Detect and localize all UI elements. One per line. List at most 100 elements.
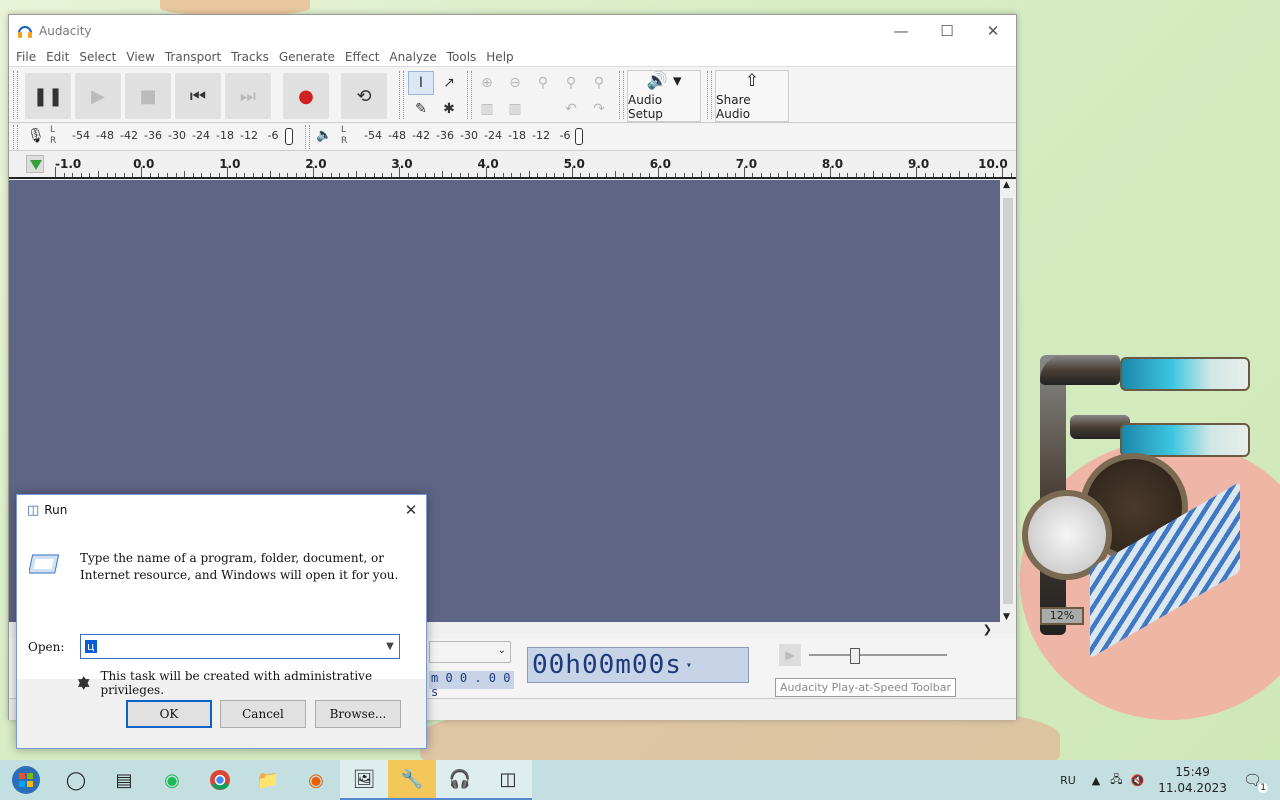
play-head-icon[interactable] [26,155,44,173]
task-view-icon[interactable]: ▤ [100,760,148,800]
maximize-icon[interactable]: ☐ [924,15,970,47]
toolbar-grip[interactable] [399,71,404,119]
close-icon[interactable]: ✕ [970,15,1016,47]
envelope-tool-icon[interactable]: ↗ [436,71,462,95]
pause-button[interactable]: ❚❚ [25,73,71,119]
ruler-tick [313,167,315,177]
audacity-title-bar[interactable]: Audacity — ☐ ✕ [9,15,1016,47]
skip-to-end-button[interactable]: ⏭ [225,73,271,119]
gadget-pipe [1040,355,1120,385]
draw-tool-icon[interactable]: ✎ [408,97,434,121]
record-meter-scale[interactable]: -54 -48 -42 -36 -30 -24 -18 -12 -6 [69,129,285,142]
silence-audio-icon[interactable]: ▥ [502,97,528,121]
play-at-speed-button[interactable]: ▶ [779,644,801,666]
zoom-in-icon[interactable]: ⊕ [474,71,500,95]
clock[interactable]: 15:49 11.04.2023 [1158,764,1227,796]
menu-help[interactable]: Help [484,50,519,64]
playback-speed-slider[interactable] [809,654,947,656]
run-title-bar[interactable]: ◫ Run ✕ [17,495,426,525]
ruler-tick [98,171,100,177]
play-button[interactable]: ▶ [75,73,121,119]
chevron-down-icon[interactable]: ▾ [686,660,693,671]
playback-level-slider[interactable] [575,128,583,145]
toolbar-grip[interactable] [467,71,472,119]
start-button[interactable] [0,760,52,800]
fit-project-icon[interactable]: ⚲ [558,71,584,95]
timeline-ruler[interactable]: -1.0 0.0 1.0 2.0 3.0 4.0 5.0 6.0 7.0 8.0 9.0 10.0 [9,151,1016,179]
record-button[interactable]: ● [283,73,329,119]
menu-select[interactable]: Select [77,50,122,64]
ruler-tick [726,173,728,177]
stop-button[interactable]: ■ [125,73,171,119]
selection-time-display[interactable]: m 0 0 . 0 0 s [429,671,514,699]
open-label: Open: [28,640,65,654]
menu-tracks[interactable]: Tracks [229,50,275,64]
toolbar-grip[interactable] [13,125,18,149]
loop-button[interactable]: ⟲ [341,73,387,119]
ruler-tick [537,173,539,177]
undo-icon[interactable]: ↶ [558,97,584,121]
menu-file[interactable]: File [14,50,42,64]
notification-icon[interactable]: 🗨 1 [1243,771,1268,793]
zoom-toggle-icon[interactable]: ⚲ [586,71,612,95]
trim-audio-icon[interactable]: ▥ [474,97,500,121]
snapping-dropdown[interactable]: ⌄ [429,641,511,663]
playback-meter-scale[interactable]: -54 -48 -42 -36 -30 -24 -18 -12 -6 [361,129,577,142]
scrollbar-thumb[interactable] [1003,198,1013,604]
record-level-slider[interactable] [285,128,293,145]
tray-overflow-icon[interactable]: ▲ [1092,774,1100,787]
toolbar-grip[interactable] [305,125,310,149]
toolbar-grip[interactable] [619,71,624,119]
multi-tool-icon[interactable]: ✱ [436,97,462,121]
firefox-icon[interactable]: ◉ [292,760,340,800]
zoom-out-icon[interactable]: ⊖ [502,71,528,95]
chevron-down-icon[interactable]: ▼ [381,641,399,652]
menu-view[interactable]: View [124,50,160,64]
skip-to-start-button[interactable]: ⏮ [175,73,221,119]
ruler-tick [468,173,470,177]
menu-tools[interactable]: Tools [445,50,483,64]
ok-button[interactable]: OK [126,700,212,728]
cancel-button[interactable]: Cancel [220,700,306,728]
run-dialog[interactable]: ◫ Run ✕ Type the name of a program, fold… [16,494,427,749]
fit-selection-icon[interactable]: ⚲ [530,71,556,95]
playback-speaker-icon[interactable]: 🔈 [316,128,332,143]
volume-muted-icon[interactable]: 🔇 [1131,774,1145,787]
selection-tool-icon[interactable]: I [408,71,434,95]
playback-speed-thumb[interactable] [850,648,860,664]
menu-analyze[interactable]: Analyze [387,50,442,64]
scroll-right-icon[interactable]: ❯ [983,623,992,636]
toolbar-grip[interactable] [13,71,18,119]
menu-transport[interactable]: Transport [163,50,227,64]
share-audio-button[interactable]: ⇧ Share Audio [715,70,789,122]
ruler-tick [976,173,978,177]
run-taskbar-icon[interactable]: ◫ [484,760,532,800]
browse-button[interactable]: Browse... [315,700,401,728]
language-indicator[interactable]: RU [1060,774,1076,787]
audacity-taskbar-icon[interactable]: 🎧 [436,760,484,800]
clock-time: 15:49 [1175,765,1210,779]
menu-edit[interactable]: Edit [44,50,75,64]
spotify-icon[interactable]: ◉ [148,760,196,800]
vertical-scrollbar[interactable]: ▲ ▼ [1000,180,1016,622]
menu-effect[interactable]: Effect [343,50,386,64]
ruler-tick [984,173,986,177]
search-circle-icon[interactable]: ◯ [52,760,100,800]
audio-setup-button[interactable]: 🔊 ▾ Audio Setup [627,70,701,122]
file-explorer-icon[interactable]: 📁 [244,760,292,800]
minimize-icon[interactable]: — [878,15,924,47]
tool-app-icon[interactable]: 🔧 [388,760,436,800]
redo-icon[interactable]: ↷ [586,97,612,121]
microphone-icon[interactable]: 🎙 [27,128,45,144]
open-input[interactable]: ц ▼ [80,634,400,659]
close-icon[interactable]: ✕ [396,495,426,525]
audio-position-display[interactable]: 00h00m00s ▾ [527,647,749,683]
image-viewer-icon[interactable]: 🖼 [340,760,388,800]
scroll-up-icon[interactable]: ▲ [1003,180,1010,190]
admin-note-text: This task will be created with administr… [100,669,373,697]
network-icon[interactable]: 🖧 [1110,771,1122,790]
scroll-down-icon[interactable]: ▼ [1003,612,1010,622]
chrome-icon[interactable] [196,760,244,800]
toolbar-grip[interactable] [707,71,712,119]
menu-generate[interactable]: Generate [277,50,341,64]
